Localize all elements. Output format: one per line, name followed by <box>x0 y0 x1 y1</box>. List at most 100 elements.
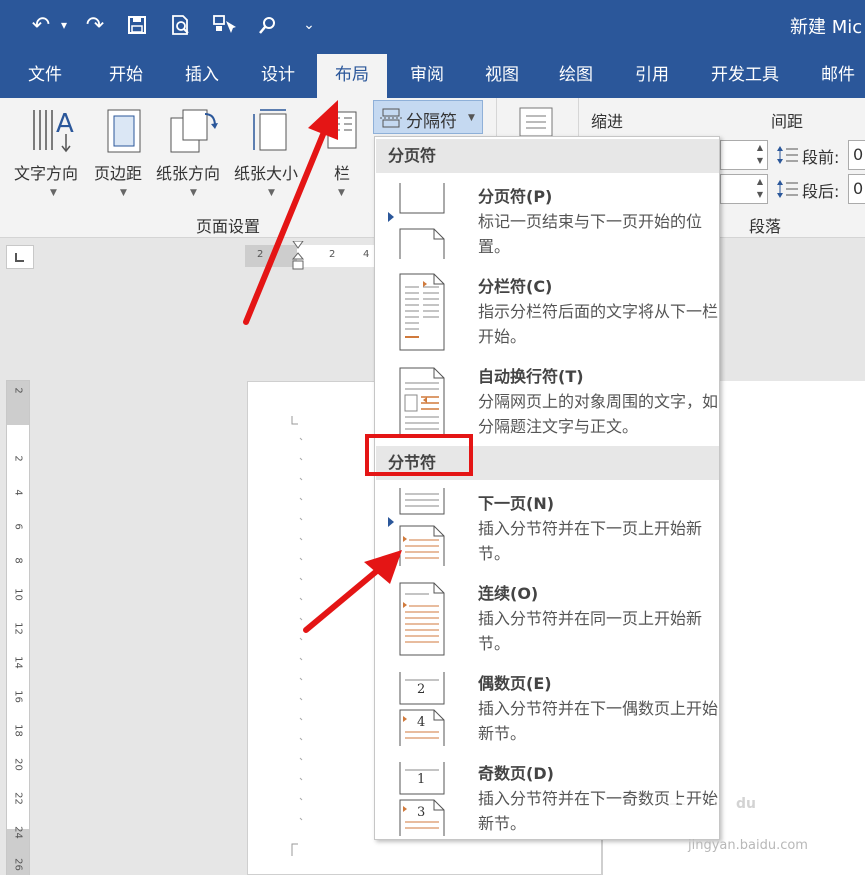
menu-item-description: 插入分节符并在同一页上开始新节。 <box>478 609 703 653</box>
orientation-icon <box>170 109 218 153</box>
chevron-down-icon: ▼ <box>50 188 57 198</box>
ribbon-tab-bar: 文件 开始 插入 设计 布局 审阅 视图 绘图 引用 开发工具 邮件 <box>0 52 865 98</box>
columns-label: 栏 <box>334 164 351 183</box>
breaks-dropdown-menu: 分页符 分页符(P) 标记一页结束与下一页开始的位置。 分栏符(C) 指示分栏符… <box>374 136 720 840</box>
indent-label: 缩进 <box>591 112 624 131</box>
watermark-url: jingyan.baidu.com <box>688 838 808 853</box>
breaks-button[interactable]: 分隔符 ▼ <box>373 100 483 134</box>
breaks-icon <box>380 108 402 128</box>
ruler-tick: 8 <box>12 557 24 564</box>
watermark-brand: Bai <box>668 794 722 829</box>
tab-selector[interactable] <box>6 245 34 269</box>
indent-right-spinner[interactable]: ▲ ▼ <box>720 174 768 204</box>
menu-item-title: 分栏符(C) <box>478 277 553 296</box>
next-page-section-icon <box>399 488 445 566</box>
indent-marker-icon[interactable] <box>291 241 305 273</box>
save-icon[interactable] <box>124 10 150 40</box>
watermark-jingyan: 经验 <box>774 804 822 832</box>
horizontal-ruler[interactable]: 2 2 4 <box>245 241 380 270</box>
text-wrapping-break-icon <box>399 367 445 437</box>
space-after-input[interactable]: 0 <box>848 174 865 204</box>
size-label: 纸张大小 <box>234 164 299 183</box>
tab-file[interactable]: 文件 <box>14 52 76 98</box>
columns-button[interactable]: 栏 ▼ <box>318 102 366 202</box>
tab-home[interactable]: 开始 <box>94 52 158 98</box>
ruler-tick: 4 <box>12 489 24 496</box>
ruler-tick: 2 <box>12 387 24 394</box>
menu-item-title: 奇数页(D) <box>478 764 554 783</box>
text-boundary-marks <box>291 416 303 856</box>
indent-left-spinner[interactable]: ▲ ▼ <box>720 140 768 170</box>
chevron-down-icon: ▼ <box>268 188 275 198</box>
text-direction-button[interactable]: A 文字方向 ▼ <box>12 102 92 202</box>
watermark-paw-text: du <box>736 796 756 812</box>
menu-item-title: 自动换行符(T) <box>478 367 584 386</box>
space-after-icon <box>777 180 798 198</box>
menu-item-description: 插入分节符并在下一偶数页上开始新节。 <box>478 699 719 743</box>
customize-qat-icon[interactable]: ⌄ <box>302 10 316 40</box>
columns-icon <box>327 111 357 149</box>
menu-item-description: 指示分栏符后面的文字将从下一栏开始。 <box>478 302 719 346</box>
window-title: 新建 Mic <box>790 17 863 38</box>
tab-references[interactable]: 引用 <box>620 52 684 98</box>
baidu-jingyan-watermark: Bai du 经验 jingyan.baidu.com <box>668 780 865 875</box>
menu-item-continuous[interactable]: 连续(O) 插入分节符并在同一页上开始新节。 <box>375 574 719 664</box>
menu-item-column-break[interactable]: 分栏符(C) 指示分栏符后面的文字将从下一栏开始。 <box>375 267 719 357</box>
tab-draw[interactable]: 绘图 <box>544 52 608 98</box>
undo-dropdown-icon[interactable]: ▾ <box>58 10 70 40</box>
ruler-tick: 22 <box>12 792 24 805</box>
column-break-icon <box>399 273 445 351</box>
svg-text:A: A <box>56 109 74 139</box>
print-preview-icon[interactable] <box>168 10 194 40</box>
paper-size-icon <box>253 109 287 151</box>
undo-icon[interactable]: ↶ <box>26 10 56 40</box>
text-direction-label: 文字方向 <box>14 164 79 183</box>
search-icon[interactable] <box>254 10 280 40</box>
ruler-tick: 14 <box>12 656 24 669</box>
odd-page-section-icon: 1 3 <box>399 762 447 836</box>
space-before-icon <box>777 146 798 164</box>
title-bar: ↶ ▾ ↷ ⌄ 新建 Mic <box>0 0 865 52</box>
tab-review[interactable]: 审阅 <box>395 52 459 98</box>
menu-item-text-wrapping-break[interactable]: 自动换行符(T) 分隔网页上的对象周围的文字，如分隔题注文字与正文。 <box>375 357 719 445</box>
orientation-button[interactable]: 纸张方向 ▼ <box>156 102 232 202</box>
size-button[interactable]: 纸张大小 ▼ <box>234 102 310 202</box>
ruler-tick: 16 <box>12 690 24 703</box>
vertical-ruler[interactable]: 2 2 4 6 8 10 12 14 16 18 20 22 24 26 <box>6 380 30 875</box>
menu-item-title: 分页符(P) <box>478 187 553 206</box>
ruler-tick: 26 <box>12 858 24 871</box>
tab-design[interactable]: 设计 <box>246 52 310 98</box>
margins-label: 页边距 <box>94 164 143 183</box>
redo-icon[interactable]: ↷ <box>80 10 110 40</box>
margins-button[interactable]: 页边距 ▼ <box>94 102 154 202</box>
menu-item-description: 分隔网页上的对象周围的文字，如分隔题注文字与正文。 <box>478 392 719 436</box>
spacing-label: 间距 <box>771 112 804 131</box>
section-breaks-highlight-box <box>365 434 473 476</box>
chevron-down-icon: ▼ <box>190 188 197 198</box>
line-numbers-icon[interactable] <box>516 106 556 136</box>
space-before-input[interactable]: 0 <box>848 140 865 170</box>
space-before-label: 段前: <box>802 148 840 167</box>
tab-mailings[interactable]: 邮件 <box>808 52 865 98</box>
tab-developer[interactable]: 开发工具 <box>698 52 792 98</box>
menu-item-page-break[interactable]: 分页符(P) 标记一页结束与下一页开始的位置。 <box>375 177 719 265</box>
menu-item-next-page[interactable]: 下一页(N) 插入分节符并在下一页上开始新节。 <box>375 484 719 574</box>
ruler-tick: 24 <box>12 826 24 839</box>
touch-mode-icon[interactable] <box>210 10 238 40</box>
ruler-tick: 12 <box>12 622 24 635</box>
ruler-tick: 2 <box>257 249 264 260</box>
tab-insert[interactable]: 插入 <box>170 52 234 98</box>
page-number-label: 2 <box>417 682 426 697</box>
breaks-label: 分隔符 <box>406 112 457 132</box>
page-breaks-header: 分页符 <box>376 139 719 173</box>
menu-item-title: 连续(O) <box>478 584 539 603</box>
orientation-label: 纸张方向 <box>156 164 221 183</box>
tab-layout[interactable]: 布局 <box>317 54 387 98</box>
chevron-down-icon: ▼ <box>338 188 345 198</box>
selection-indicator <box>388 212 394 222</box>
tab-view[interactable]: 视图 <box>470 52 534 98</box>
paragraph-group-label: 段落 <box>749 217 782 236</box>
ruler-tick: 4 <box>363 249 370 260</box>
menu-item-even-page[interactable]: 2 4 偶数页(E) 插入分节符并在下一偶数页上开始新节。 <box>375 664 719 754</box>
page-break-icon <box>399 183 445 259</box>
